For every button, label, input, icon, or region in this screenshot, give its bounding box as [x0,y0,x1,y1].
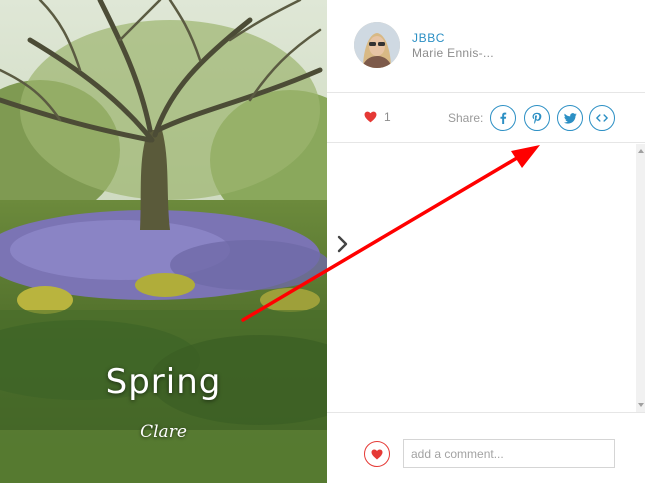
scroll-up-icon[interactable] [638,149,644,153]
actions-bar: 1 Share: [327,93,645,143]
footer-like-button[interactable] [364,441,390,467]
avatar[interactable] [354,22,400,68]
embed-icon [596,114,608,122]
comments-area[interactable] [327,144,645,412]
group-name-link[interactable]: JBBC [412,31,445,45]
heart-icon [371,449,383,459]
user-name[interactable]: Marie Ennis-... [412,46,494,60]
comment-footer [327,412,645,483]
like-count: 1 [384,110,391,124]
like-button[interactable]: 1 [364,110,391,124]
share-embed-button[interactable] [589,105,615,131]
comment-input[interactable] [403,439,615,468]
avatar-image [354,22,400,68]
scroll-down-icon[interactable] [638,403,644,407]
share-facebook-button[interactable] [490,105,516,131]
photo-panel[interactable]: Spring Clare [0,0,327,483]
heart-icon [364,111,377,123]
facebook-icon [500,112,507,124]
comments-scrollbar[interactable] [636,144,645,412]
post-header: JBBC Marie Ennis-... [327,0,645,93]
share-twitter-button[interactable] [557,105,583,131]
twitter-icon [563,112,577,124]
photo-image [0,0,327,483]
photo-title: Spring [105,362,222,402]
details-panel: JBBC Marie Ennis-... 1 Share: [327,0,645,483]
pinterest-icon [532,112,542,124]
share-pinterest-button[interactable] [524,105,550,131]
share-label: Share: [448,111,484,125]
photo-subtitle: Clare [140,422,187,442]
app-root: Spring Clare JBBC Marie Ennis-... 1 Shar… [0,0,645,483]
